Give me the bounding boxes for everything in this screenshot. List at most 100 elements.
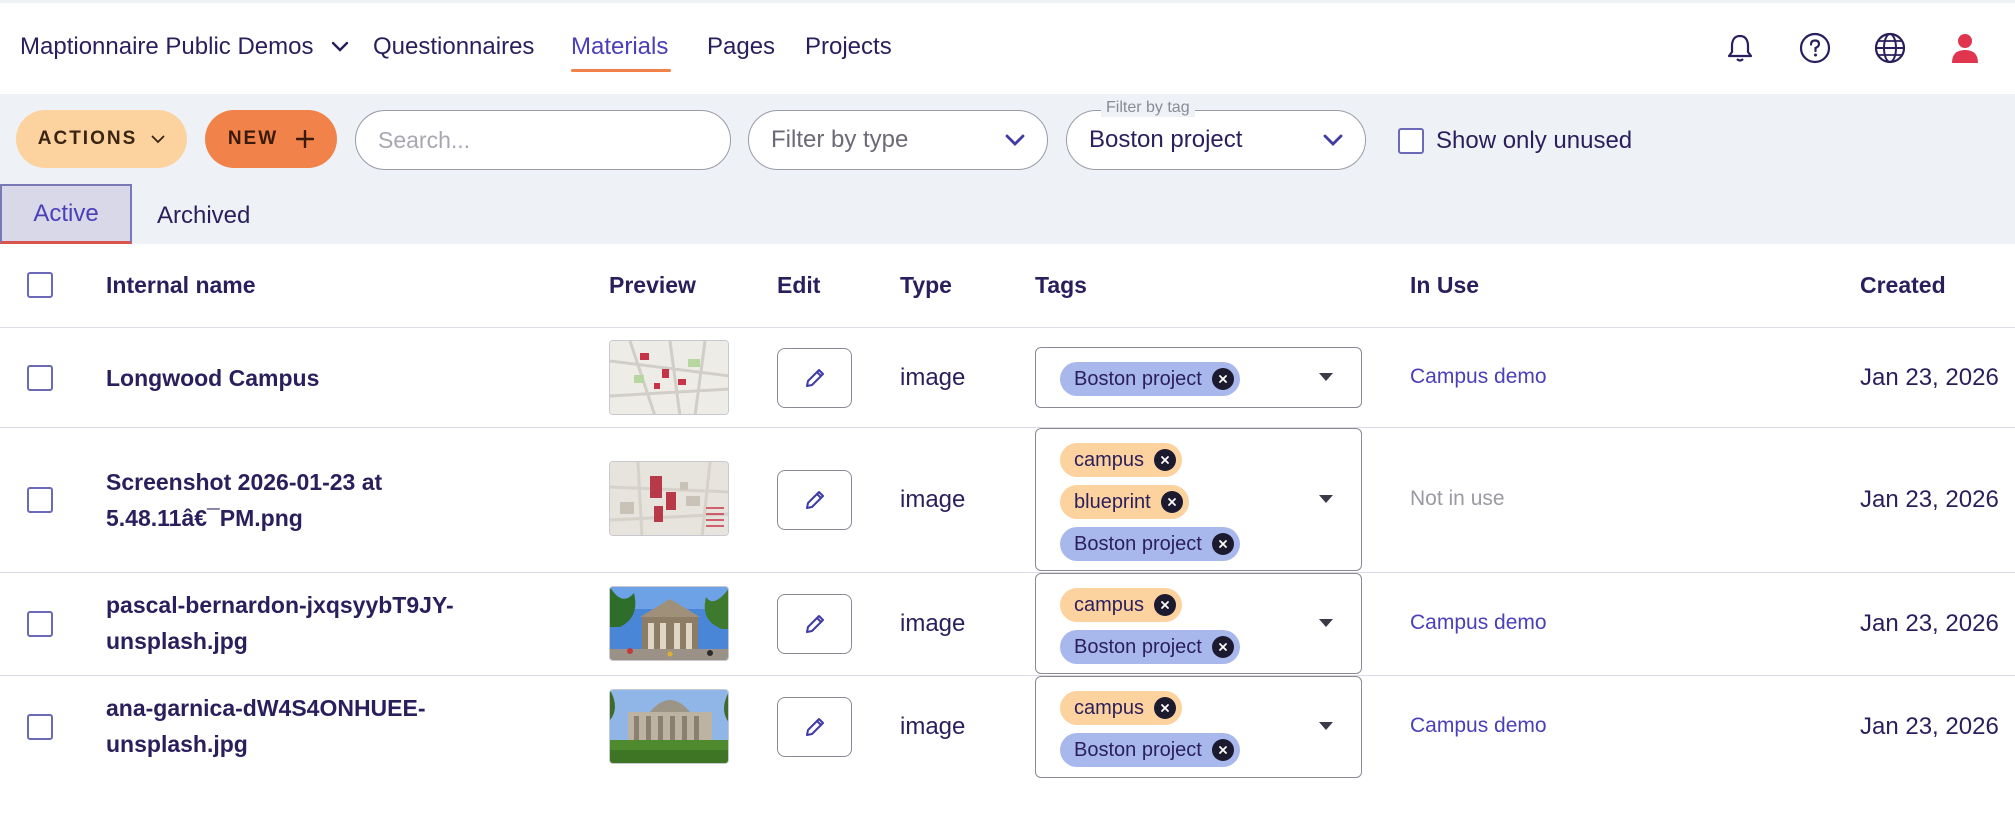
caret-down-icon <box>1319 372 1333 381</box>
nav-materials[interactable]: Materials <box>571 33 668 61</box>
chevron-down-icon <box>1005 134 1025 146</box>
edit-button[interactable] <box>777 697 852 757</box>
pencil-icon <box>805 718 824 736</box>
table-row: Longwood Campus image Boston project Cam… <box>0 328 2015 428</box>
material-name[interactable]: pascal-bernardon-jxqsyybT9JY-unsplash.jp… <box>106 587 526 659</box>
bell-icon[interactable] <box>1723 31 1757 65</box>
user-icon[interactable] <box>1948 31 1982 65</box>
tag-label: Boston project <box>1074 635 1202 658</box>
nav-pages[interactable]: Pages <box>707 33 775 61</box>
new-button[interactable]: NEW <box>205 110 337 168</box>
close-icon[interactable] <box>1154 449 1177 471</box>
top-nav: Maptionnaire Public Demos Questionnaires… <box>0 3 2015 94</box>
header-internal-name[interactable]: Internal name <box>106 272 256 299</box>
created-date: Jan 23, 2026 <box>1860 713 1999 740</box>
preview-thumbnail[interactable] <box>609 340 729 415</box>
in-use-link[interactable]: Campus demo <box>1410 714 1547 738</box>
tag-chip: Boston project <box>1060 630 1240 664</box>
close-icon[interactable] <box>1211 739 1234 761</box>
material-type: image <box>900 364 966 391</box>
caret-down-icon <box>1319 618 1333 627</box>
close-icon[interactable] <box>1154 594 1177 616</box>
header-created[interactable]: Created <box>1860 272 1946 299</box>
tag-chip: campus <box>1060 588 1183 622</box>
active-nav-indicator <box>571 69 671 72</box>
tag-label: Boston project <box>1074 532 1202 555</box>
edit-button[interactable] <box>777 470 852 530</box>
material-name[interactable]: Screenshot 2026-01-23 at 5.48.11â€¯PM.pn… <box>106 464 526 536</box>
preview-thumbnail[interactable] <box>609 586 729 661</box>
caret-down-icon <box>1319 494 1333 503</box>
tag-label: blueprint <box>1074 490 1151 513</box>
row-checkbox[interactable] <box>27 714 53 740</box>
filter-type-value: Filter by type <box>771 126 909 153</box>
plus-icon <box>296 130 315 148</box>
in-use-link[interactable]: Campus demo <box>1410 365 1547 389</box>
row-checkbox[interactable] <box>27 611 53 637</box>
actions-button[interactable]: ACTIONS <box>16 110 187 168</box>
nav-questionnaires[interactable]: Questionnaires <box>373 33 534 61</box>
tag-label: campus <box>1074 593 1145 616</box>
row-checkbox[interactable] <box>27 487 53 513</box>
preview-thumbnail[interactable] <box>609 461 729 536</box>
show-unused-label: Show only unused <box>1436 127 1633 154</box>
in-use-link[interactable]: Campus demo <box>1410 611 1547 635</box>
filter-by-type-select[interactable]: Filter by type <box>748 110 1048 170</box>
globe-icon[interactable] <box>1873 31 1907 65</box>
created-date: Jan 23, 2026 <box>1860 610 1999 637</box>
header-preview: Preview <box>609 272 696 298</box>
header-edit: Edit <box>777 272 821 298</box>
materials-toolbar: ACTIONS NEW Filter by type Filter by tag… <box>0 94 2015 244</box>
table-header: Internal name Preview Edit Type Tags In … <box>0 244 2015 328</box>
close-icon[interactable] <box>1154 697 1177 719</box>
table-row: ana-garnica-dW4S4ONHUEE-unsplash.jpg ima… <box>0 676 2015 780</box>
filter-by-tag-select[interactable]: Filter by tag Boston project <box>1066 99 1366 170</box>
search-input[interactable] <box>355 110 731 170</box>
row-checkbox[interactable] <box>27 365 53 391</box>
edit-button[interactable] <box>777 348 852 408</box>
material-type: image <box>900 610 966 637</box>
preview-thumbnail[interactable] <box>609 689 729 764</box>
material-name[interactable]: Longwood Campus <box>106 360 526 396</box>
chevron-down-icon <box>151 135 165 143</box>
select-all-checkbox[interactable] <box>27 272 53 298</box>
table-row: pascal-bernardon-jxqsyybT9JY-unsplash.jp… <box>0 573 2015 676</box>
tag-label: campus <box>1074 696 1145 719</box>
nav-projects[interactable]: Projects <box>805 33 892 61</box>
chevron-down-icon <box>332 41 349 52</box>
pencil-icon <box>805 491 824 509</box>
tags-select[interactable]: campus blueprint Boston project <box>1035 428 1362 571</box>
tag-chip: Boston project <box>1060 733 1240 767</box>
tab-active[interactable]: Active <box>0 184 132 244</box>
edit-button[interactable] <box>777 594 852 654</box>
org-switcher[interactable]: Maptionnaire Public Demos <box>20 33 349 61</box>
close-icon[interactable] <box>1160 491 1183 513</box>
table-row: Screenshot 2026-01-23 at 5.48.11â€¯PM.pn… <box>0 428 2015 573</box>
header-in-use: In Use <box>1410 272 1480 298</box>
actions-label: ACTIONS <box>37 128 138 149</box>
header-type[interactable]: Type <box>900 272 952 299</box>
pencil-icon <box>805 615 824 633</box>
close-icon[interactable] <box>1211 533 1234 555</box>
chevron-down-icon <box>1323 134 1343 146</box>
tag-chip: Boston project <box>1060 362 1240 396</box>
tags-select[interactable]: campus Boston project <box>1035 676 1362 778</box>
close-icon[interactable] <box>1211 636 1234 658</box>
help-icon[interactable] <box>1798 31 1832 65</box>
show-unused-checkbox[interactable] <box>1398 128 1424 154</box>
caret-down-icon <box>1319 722 1333 730</box>
tags-select[interactable]: campus Boston project <box>1035 573 1362 674</box>
material-name[interactable]: ana-garnica-dW4S4ONHUEE-unsplash.jpg <box>106 690 526 762</box>
tag-chip: campus <box>1060 443 1183 477</box>
show-only-unused-toggle[interactable]: Show only unused <box>1398 127 1632 155</box>
filter-tag-value: Boston project <box>1089 126 1243 153</box>
org-name: Maptionnaire Public Demos <box>20 33 314 60</box>
pencil-icon <box>805 369 824 387</box>
tags-select[interactable]: Boston project <box>1035 347 1362 408</box>
tag-chip: Boston project <box>1060 527 1240 561</box>
in-use-status: Not in use <box>1410 487 1505 510</box>
new-label: NEW <box>227 128 279 149</box>
tag-chip: blueprint <box>1060 485 1189 519</box>
close-icon[interactable] <box>1211 368 1234 390</box>
tab-archived[interactable]: Archived <box>157 202 250 230</box>
